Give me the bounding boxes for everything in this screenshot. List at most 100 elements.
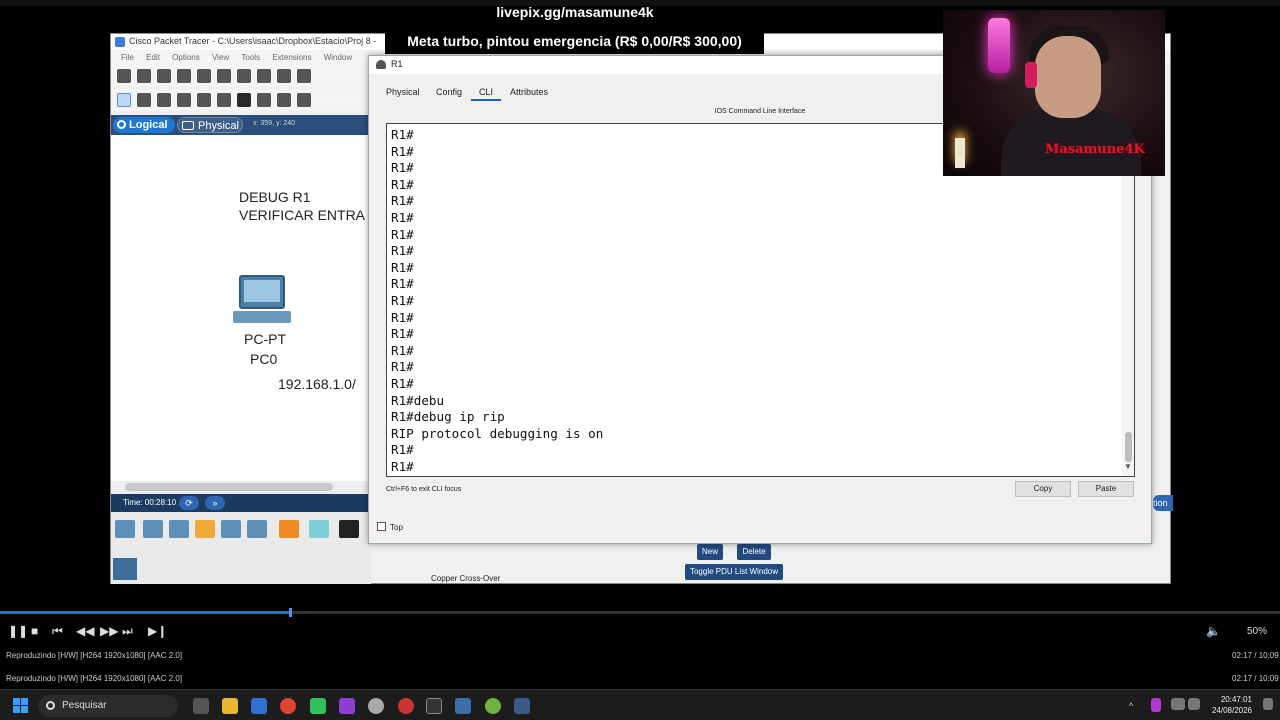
auto-connection-icon[interactable] — [279, 520, 299, 538]
obs-icon[interactable] — [398, 698, 414, 714]
connection-type-icon[interactable] — [113, 558, 137, 580]
router-category-icon[interactable] — [115, 520, 135, 538]
cli-scroll-thumb[interactable] — [1125, 432, 1132, 462]
pause-icon[interactable]: ❚❚ — [8, 624, 28, 638]
console-cable-icon[interactable] — [309, 520, 329, 538]
rectangle-icon[interactable] — [237, 93, 251, 107]
tab-cli[interactable]: CLI — [479, 87, 493, 97]
pc-device-icon[interactable] — [229, 275, 291, 327]
inspect-icon[interactable] — [137, 93, 151, 107]
menu-extensions[interactable]: Extensions — [272, 50, 311, 65]
stop-icon[interactable]: ■ — [31, 624, 38, 638]
physical-icon — [182, 121, 194, 130]
device-name-label[interactable]: PC0 — [250, 351, 277, 367]
paste-button[interactable]: Paste — [1078, 481, 1134, 497]
physical-tab[interactable]: Physical — [177, 117, 243, 133]
delete-icon[interactable] — [157, 93, 171, 107]
chrome-icon[interactable] — [280, 698, 296, 714]
scroll-down-icon[interactable]: ▼ — [1124, 462, 1132, 471]
file-explorer-icon[interactable] — [222, 698, 238, 714]
connections-category-icon[interactable] — [195, 520, 215, 538]
network-icon[interactable] — [1171, 698, 1185, 710]
wizard-icon[interactable] — [217, 69, 231, 83]
select-icon[interactable] — [117, 93, 131, 107]
new-file-icon[interactable] — [117, 69, 131, 83]
checkbox-box[interactable] — [377, 522, 386, 531]
notifications-icon[interactable] — [1263, 698, 1273, 710]
menu-tools[interactable]: Tools — [241, 50, 260, 65]
cursor-coordinates: x: 359, y: 240 — [253, 120, 296, 127]
tab-physical[interactable]: Physical — [386, 87, 420, 97]
packet-tracer-taskbar-icon[interactable] — [455, 698, 471, 714]
seek-handle[interactable] — [288, 608, 292, 617]
workspace-note[interactable]: DEBUG R1 VERIFICAR ENTRA — [239, 188, 365, 224]
power-cycle-icon[interactable]: ⟳ — [179, 496, 199, 510]
volume-icon[interactable]: 🔈 — [1206, 624, 1221, 638]
end-devices-category-icon[interactable] — [221, 520, 241, 538]
windows-start-icon[interactable] — [13, 698, 29, 714]
tray-app-icon[interactable] — [1151, 698, 1161, 712]
previous-icon[interactable]: ⏮ — [52, 624, 63, 639]
terminal-icon[interactable] — [426, 698, 442, 714]
media-player-icon[interactable] — [514, 698, 530, 714]
copper-straight-icon[interactable] — [339, 520, 359, 538]
player-time: 02:17 / 10:09 — [1232, 651, 1279, 660]
draw-line-icon[interactable] — [217, 93, 231, 107]
menu-edit[interactable]: Edit — [146, 50, 160, 65]
cli-terminal[interactable]: R1# R1# R1# R1# R1# R1# R1# R1# R1# R1# … — [386, 123, 1135, 477]
simulation-tab[interactable]: tion — [1153, 495, 1173, 511]
logical-workspace[interactable]: DEBUG R1 VERIFICAR ENTRA PC-PT PC0 192.1… — [111, 135, 371, 481]
ellipse-icon[interactable] — [257, 93, 271, 107]
save-icon[interactable] — [157, 69, 171, 83]
undo-icon[interactable] — [297, 69, 311, 83]
copy-button[interactable]: Copy — [1015, 481, 1071, 497]
open-folder-icon[interactable] — [137, 69, 151, 83]
next-icon[interactable]: ⏭ — [122, 624, 133, 639]
task-view-icon[interactable] — [193, 698, 209, 714]
pdu-envelope-icon[interactable] — [297, 93, 311, 107]
menu-view[interactable]: View — [212, 50, 229, 65]
menu-window[interactable]: Window — [324, 50, 352, 65]
step-frame-icon[interactable]: ▶❙ — [148, 624, 167, 638]
cloud-category-icon[interactable] — [247, 520, 267, 538]
pdu-new-button[interactable]: New — [697, 544, 723, 560]
taskbar-search[interactable]: Pesquisar — [38, 695, 178, 717]
store-icon[interactable] — [251, 698, 267, 714]
toggle-pdu-list-button[interactable]: Toggle PDU List Window — [685, 564, 783, 580]
workspace-horizontal-scrollbar[interactable] — [111, 481, 371, 493]
switch-category-icon[interactable] — [143, 520, 163, 538]
print-icon[interactable] — [177, 69, 191, 83]
cli-output[interactable]: R1# R1# R1# R1# R1# R1# R1# R1# R1# R1# … — [391, 127, 603, 475]
router-icon — [376, 60, 386, 69]
forward-icon[interactable]: ▶▶ — [100, 624, 118, 638]
tab-config[interactable]: Config — [436, 87, 462, 97]
menu-file[interactable]: File — [121, 50, 134, 65]
cli-scrollbar[interactable]: ▼ — [1122, 124, 1134, 476]
menu-options[interactable]: Options — [172, 50, 200, 65]
copy-icon[interactable] — [257, 69, 271, 83]
note-icon[interactable] — [197, 93, 211, 107]
r1-title: R1 — [391, 59, 403, 69]
freeform-icon[interactable] — [277, 93, 291, 107]
whatsapp-icon[interactable] — [310, 698, 326, 714]
logical-tab[interactable]: Logical — [113, 117, 175, 133]
chevron-up-icon[interactable]: ^ — [1129, 701, 1139, 711]
rewind-icon[interactable]: ◀◀ — [76, 624, 94, 638]
resize-icon[interactable] — [177, 93, 191, 107]
browser-icon[interactable] — [485, 698, 501, 714]
taskbar-clock[interactable]: 20:47:01 24/08/2026 — [1208, 694, 1252, 716]
top-checkbox[interactable]: Top — [377, 522, 403, 532]
device-type-label: PC-PT — [244, 331, 286, 347]
paste-icon[interactable] — [277, 69, 291, 83]
speaker-icon[interactable] — [1188, 698, 1200, 710]
info-icon[interactable] — [197, 69, 211, 83]
hub-category-icon[interactable] — [169, 520, 189, 538]
clock-date: 24/08/2026 — [1211, 706, 1252, 715]
settings-gear-icon[interactable] — [368, 698, 384, 714]
tab-attributes[interactable]: Attributes — [510, 87, 548, 97]
fast-forward-icon[interactable]: » — [205, 496, 225, 510]
volume-level[interactable]: 50% — [1247, 626, 1267, 637]
network-info-icon[interactable] — [237, 69, 251, 83]
app-icon[interactable] — [339, 698, 355, 714]
pdu-delete-button[interactable]: Delete — [737, 544, 771, 560]
